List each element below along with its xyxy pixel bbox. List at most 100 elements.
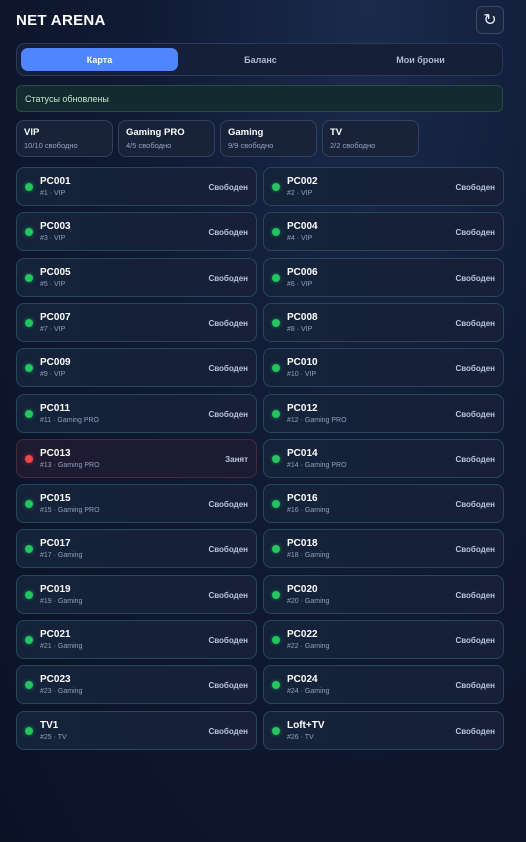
pc-subtitle: #10 · VIP (287, 371, 317, 379)
pc-status: Свободен (208, 228, 248, 238)
pc-subtitle: #23 · Gaming (40, 688, 83, 696)
pc-subtitle: #22 · Gaming (287, 643, 330, 650)
status-dot-icon (272, 681, 280, 690)
pc-subtitle: #11 · Gaming PRO (40, 416, 100, 424)
refresh-button[interactable]: ↻ (476, 6, 504, 34)
status-dot-icon (272, 273, 280, 282)
pc-status: Свободен (208, 273, 248, 283)
pc-subtitle: #3 · VIP (40, 235, 66, 243)
pc-card[interactable]: PC019 #19 · Gaming Свободен (16, 574, 257, 614)
status-dot-icon (272, 409, 280, 418)
pc-card[interactable]: PC007 #7 · VIP Свободен (16, 302, 257, 342)
pc-status: Свободен (455, 409, 495, 419)
pc-subtitle: #17 · Gaming (40, 552, 83, 560)
status-dot-icon (25, 590, 33, 599)
pc-card[interactable]: PC018 #18 · Gaming Свободен (263, 529, 504, 569)
status-dot-icon (25, 228, 33, 237)
category-gaming[interactable]: Gaming 9/9 свободно (220, 120, 317, 157)
pc-name: PC010 (287, 357, 318, 369)
pc-subtitle: #6 · VIP (287, 280, 313, 288)
category-gaming-pro[interactable]: Gaming PRO 4/5 свободно (118, 120, 215, 157)
status-dot-icon (25, 454, 33, 463)
status-message: Статусы обновлены (16, 85, 503, 112)
pc-card[interactable]: PC002 #2 · VIP Свободен (263, 167, 504, 206)
pc-name: PC009 (40, 357, 71, 369)
pc-status: Свободен (208, 183, 248, 192)
pc-card[interactable]: PC006 #6 · VIP Свободен (263, 257, 504, 297)
pc-name: PC012 (287, 402, 318, 414)
pc-name: TV1 (40, 719, 59, 731)
pc-subtitle: #7 · VIP (40, 325, 66, 333)
category-availability: 10/10 свободно (24, 141, 78, 150)
pc-name: Loft+TV (287, 719, 325, 731)
tab-map[interactable]: Карта (21, 48, 178, 71)
pc-card[interactable]: PC017 #17 · Gaming Свободен (16, 529, 257, 569)
pc-name: PC015 (40, 493, 71, 505)
pc-card[interactable]: PC012 #12 · Gaming PRO Свободен (263, 393, 504, 433)
status-dot-icon (25, 545, 33, 554)
pc-status: Свободен (455, 636, 495, 645)
pc-card[interactable]: PC016 #16 · Gaming Свободен (263, 484, 504, 524)
pc-status: Свободен (455, 726, 495, 736)
category-tv[interactable]: TV 2/2 свободно (322, 120, 419, 157)
pc-status: Свободен (208, 409, 248, 419)
tab-my-bookings[interactable]: Мои брони (342, 48, 499, 71)
pc-subtitle: #9 · VIP (40, 371, 66, 379)
pc-card[interactable]: PC024 #24 · Gaming Свободен (263, 665, 504, 705)
pc-status: Свободен (455, 364, 495, 374)
category-name: TV (330, 127, 343, 138)
pc-name: PC007 (40, 311, 71, 323)
status-dot-icon (25, 681, 33, 690)
pc-name: PC022 (287, 629, 318, 640)
pc-card[interactable]: PC003 #3 · VIP Свободен (16, 212, 257, 252)
pc-status: Свободен (208, 318, 248, 328)
pc-card[interactable]: PC005 #5 · VIP Свободен (16, 257, 257, 297)
category-vip[interactable]: VIP 10/10 свободно (16, 120, 113, 157)
pc-subtitle: #19 · Gaming (40, 597, 83, 605)
status-dot-icon (25, 318, 33, 327)
pc-card[interactable]: PC004 #4 · VIP Свободен (263, 212, 504, 252)
tab-balance[interactable]: Баланс (182, 48, 339, 71)
pc-name: PC003 (40, 221, 71, 233)
pc-card[interactable]: Loft+TV #26 · TV Свободен (263, 710, 504, 750)
pc-card[interactable]: PC001 #1 · VIP Свободен (16, 167, 257, 206)
pc-card[interactable]: PC008 #8 · VIP Свободен (263, 302, 504, 342)
pc-card[interactable]: PC013 #13 · Gaming PRO Занят (16, 438, 257, 478)
pc-card[interactable]: PC020 #20 · Gaming Свободен (263, 574, 504, 614)
status-dot-icon (272, 500, 280, 509)
pc-card[interactable]: PC015 #15 · Gaming PRO Свободен (16, 484, 257, 524)
pc-card[interactable]: PC011 #11 · Gaming PRO Свободен (16, 393, 257, 433)
refresh-icon: ↻ (483, 12, 497, 29)
pc-card[interactable]: PC023 #23 · Gaming Свободен (16, 665, 257, 705)
pc-status: Свободен (208, 364, 248, 374)
tab-bar: Карта Баланс Мои брони (16, 43, 503, 76)
pc-subtitle: #12 · Gaming PRO (287, 416, 347, 424)
pc-card[interactable]: PC009 #9 · VIP Свободен (16, 348, 257, 388)
status-dot-icon (272, 726, 280, 735)
pc-card[interactable]: PC010 #10 · VIP Свободен (263, 348, 504, 388)
pc-subtitle: #21 · Gaming (40, 643, 83, 650)
status-dot-icon (272, 454, 280, 463)
pc-status: Свободен (455, 318, 495, 328)
pc-card[interactable]: PC021 #21 · Gaming Свободен (16, 620, 257, 659)
pc-subtitle: #24 · Gaming (287, 688, 330, 696)
category-name: Gaming (228, 127, 264, 138)
pc-status: Свободен (455, 228, 495, 238)
pc-status: Свободен (208, 636, 248, 645)
pc-card[interactable]: TV1 #25 · TV Свободен (16, 710, 257, 750)
status-dot-icon (272, 183, 280, 191)
pc-subtitle: #18 · Gaming (287, 552, 330, 560)
pc-name: PC021 (40, 629, 71, 640)
pc-subtitle: #5 · VIP (40, 280, 66, 288)
pc-card[interactable]: PC014 #14 · Gaming PRO Свободен (263, 438, 504, 478)
pc-subtitle: #26 · TV (287, 733, 314, 741)
category-availability: 2/2 свободно (330, 141, 376, 150)
pc-subtitle: #16 · Gaming (287, 507, 330, 515)
status-dot-icon (272, 318, 280, 327)
pc-card[interactable]: PC022 #22 · Gaming Свободен (263, 620, 504, 659)
pc-name: PC018 (287, 538, 318, 550)
pc-status: Свободен (208, 681, 248, 691)
header: NET ARENA ↻ (16, 6, 504, 36)
app-title: NET ARENA (16, 12, 106, 29)
pc-status: Свободен (455, 681, 495, 691)
